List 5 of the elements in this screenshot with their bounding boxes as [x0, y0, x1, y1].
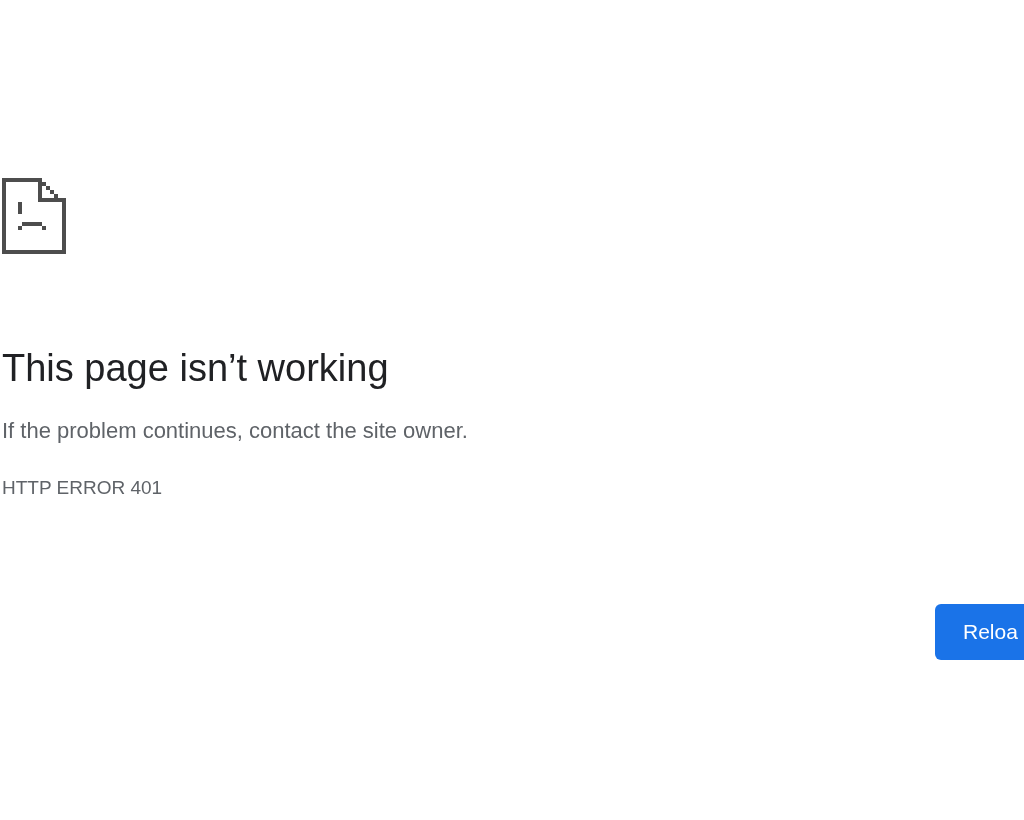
error-heading: This page isn’t working — [2, 346, 390, 391]
error-code: HTTP ERROR 401 — [2, 476, 164, 500]
sad-page-icon — [2, 178, 66, 254]
error-message: If the problem continues, contact the site owner. — [2, 417, 469, 445]
reload-button[interactable]: Reloa — [935, 604, 1024, 660]
